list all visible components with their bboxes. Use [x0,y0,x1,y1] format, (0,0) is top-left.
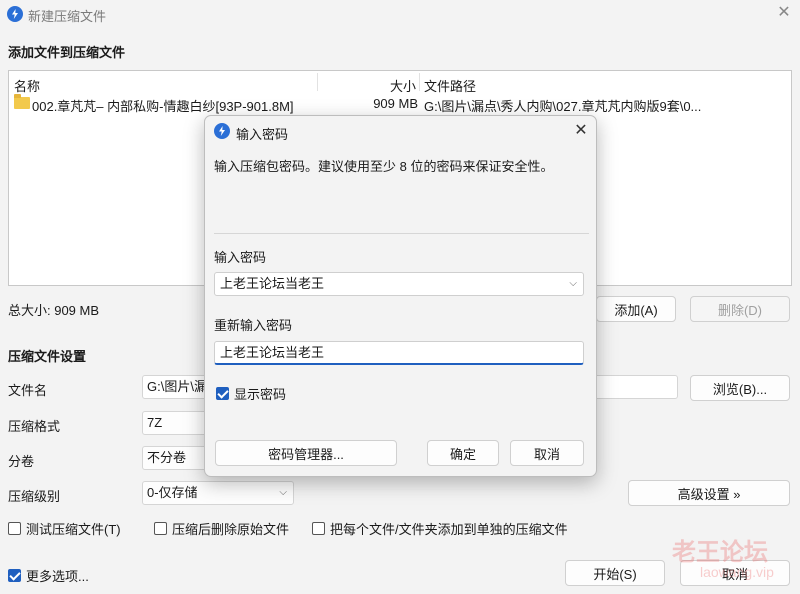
divider [214,233,589,234]
advanced-settings-button[interactable]: 高级设置 » [628,480,790,506]
app-icon [7,6,23,22]
format-label: 压缩格式 [8,419,61,434]
delete-button[interactable]: 删除(D) [690,296,790,322]
delete-after-checkbox[interactable]: 压缩后删除原始文件 [154,519,289,538]
column-separator[interactable] [317,73,318,91]
window-title: 新建压缩文件 [28,9,107,24]
settings-section-heading: 压缩文件设置 [8,349,87,364]
files-section-heading: 添加文件到压缩文件 [8,45,126,60]
password-value: 上老王论坛当老王 [220,276,325,291]
reenter-password-input[interactable]: 上老王论坛当老王 [214,341,584,365]
separate-archives-checkbox[interactable]: 把每个文件/文件夹添加到单独的压缩文件 [312,519,568,538]
password-dialog: 输入密码 ✕ 输入压缩包密码。建议使用至少 8 位的密码来保证安全性。 输入密码… [204,115,597,477]
column-header-name[interactable]: 名称 [14,76,40,95]
column-separator[interactable] [419,73,420,91]
chevron-down-icon: ⌵ [279,487,287,498]
format-value: 7Z [147,415,163,430]
split-value: 不分卷 [147,450,187,465]
file-path: G:\图片\漏点\秀人内购\027.章芃芃内购版9套\0... [424,99,702,114]
dialog-description: 输入压缩包密码。建议使用至少 8 位的密码来保证安全性。 [214,159,554,174]
folder-icon [14,94,30,109]
more-options-label: 更多选项... [26,569,89,584]
ok-button[interactable]: 确定 [427,440,499,466]
level-value: 0-仅存储 [147,485,198,500]
dialog-cancel-button[interactable]: 取消 [510,440,584,466]
password-input[interactable]: 上老王论坛当老王 ⌵ [214,272,584,296]
column-header-path[interactable]: 文件路径 [424,76,476,95]
more-options-checkbox[interactable]: 更多选项... [8,566,89,585]
file-row[interactable]: 002.章芃芃– 内部私购-情趣白纱[93P-901.8M] 909 MB G:… [10,94,790,114]
window-close-icon[interactable]: ✕ [772,2,796,26]
password-label: 输入密码 [214,250,267,265]
file-size: 909 MB [373,96,418,111]
reenter-password-label: 重新输入密码 [214,318,293,333]
total-size: 总大小: 909 MB [8,303,100,318]
split-label: 分卷 [8,454,35,469]
checkbox-icon [312,522,325,535]
checkbox-icon [154,522,167,535]
dialog-close-icon[interactable]: ✕ [570,120,592,142]
show-password-label: 显示密码 [234,387,287,402]
watermark-url: laowang.vip [700,564,774,580]
separate-archives-label: 把每个文件/文件夹添加到单独的压缩文件 [330,522,568,537]
delete-after-label: 压缩后删除原始文件 [172,522,290,537]
checkbox-icon [8,569,21,582]
browse-button[interactable]: 浏览(B)... [690,375,790,401]
dialog-title: 输入密码 [236,127,289,142]
show-password-checkbox[interactable]: 显示密码 [216,384,286,403]
add-button[interactable]: 添加(A) [596,296,676,322]
chevron-down-icon[interactable]: ⌵ [569,273,577,295]
title-bar: 新建压缩文件 ✕ [0,0,800,28]
level-label: 压缩级别 [8,489,61,504]
test-archive-label: 测试压缩文件(T) [26,522,121,537]
watermark-text: 老王论坛 [672,539,768,566]
checkbox-icon [216,387,229,400]
checkbox-icon [8,522,21,535]
column-header-size[interactable]: 大小 [390,76,416,95]
password-manager-button[interactable]: 密码管理器... [215,440,397,466]
file-name: 002.章芃芃– 内部私购-情趣白纱[93P-901.8M] [32,99,294,114]
start-button[interactable]: 开始(S) [565,560,665,586]
filename-label: 文件名 [8,383,48,398]
app-icon [214,123,230,139]
test-archive-checkbox[interactable]: 测试压缩文件(T) [8,519,121,538]
level-select[interactable]: 0-仅存储 ⌵ [142,481,294,505]
